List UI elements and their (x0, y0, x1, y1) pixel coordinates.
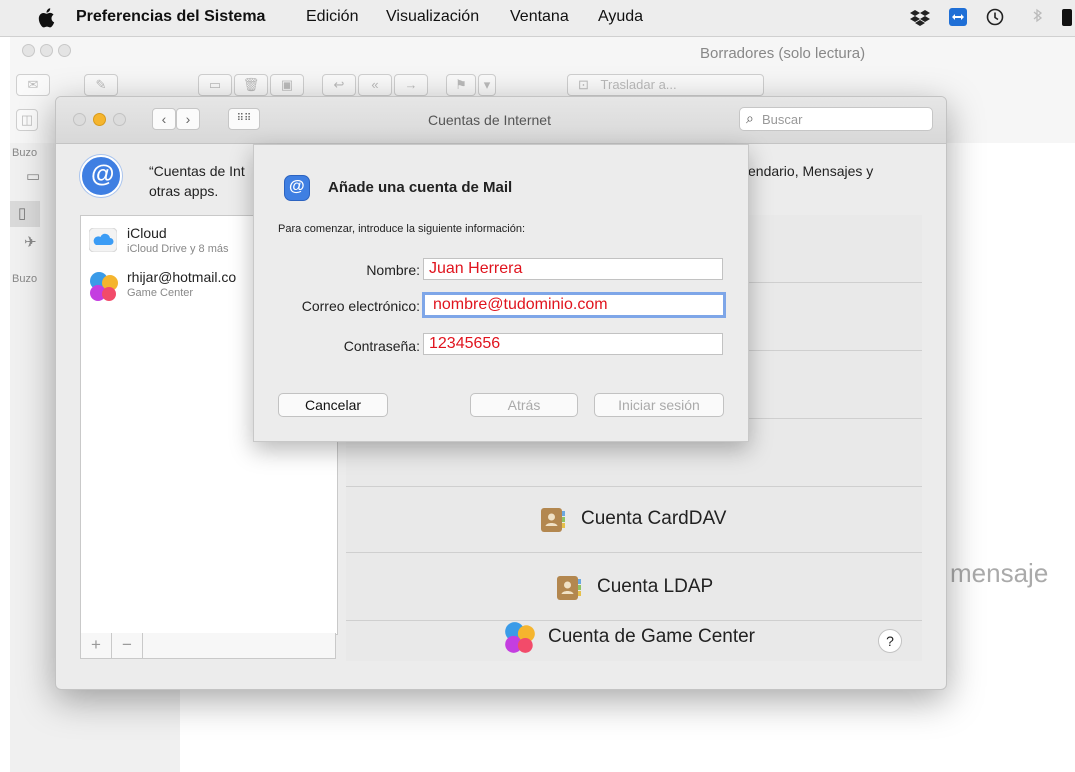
sign-in-button[interactable]: Iniciar sesión (594, 393, 724, 417)
prefs-zoom-button[interactable] (113, 113, 126, 126)
icloud-icon (89, 228, 117, 252)
header-description-line1: “Cuentas de Int (149, 163, 245, 179)
get-mail-button[interactable]: ✉ (16, 74, 50, 96)
menu-ventana[interactable]: Ventana (510, 8, 569, 26)
dropbox-icon[interactable] (910, 7, 930, 27)
sent-icon[interactable]: ✈ (24, 233, 37, 251)
sheet-title: Añade una cuenta de Mail (328, 179, 513, 196)
menu-bar: Preferencias del Sistema Edición Visuali… (0, 0, 1075, 37)
menu-edicion[interactable]: Edición (306, 8, 358, 26)
add-account-button[interactable]: + (81, 633, 112, 658)
provider-ldap[interactable]: Cuenta LDAP (346, 553, 922, 621)
internet-accounts-at-icon: @ (80, 155, 122, 197)
password-field[interactable]: 12345656 (423, 333, 723, 355)
email-field[interactable]: nombre@tudominio.com (422, 292, 726, 318)
show-all-grid-icon[interactable]: ⠿⠿ (228, 108, 260, 130)
trash-button[interactable]: 🗑 (234, 74, 268, 96)
contacts-book-icon (541, 508, 565, 532)
teamviewer-icon[interactable] (948, 7, 968, 27)
drafts-icon: ▯ (18, 205, 27, 222)
back-nav-button[interactable]: ‹ (152, 108, 176, 130)
search-icon: ⌕ (746, 110, 754, 126)
name-label: Nombre: (366, 262, 420, 278)
account-name: iCloud (127, 225, 167, 241)
reply-button[interactable]: ↩ (322, 74, 356, 96)
mail-window-title: Borradores (solo lectura) (700, 45, 866, 62)
compose-button[interactable]: ✎ (84, 74, 118, 96)
battery-icon[interactable] (1062, 9, 1072, 26)
game-center-icon (90, 272, 118, 301)
contacts-book-icon (557, 576, 581, 600)
name-field[interactable]: Juan Herrera (423, 258, 723, 280)
menu-app-name[interactable]: Preferencias del Sistema (76, 8, 265, 26)
move-to-button[interactable]: ⊡ Trasladar a... (567, 74, 764, 96)
help-button[interactable]: ? (878, 629, 902, 653)
menu-visualizacion[interactable]: Visualización (386, 8, 479, 26)
cancel-button[interactable]: Cancelar (278, 393, 388, 417)
mail-minimize-button[interactable] (40, 44, 53, 57)
menu-ayuda[interactable]: Ayuda (598, 8, 643, 26)
account-detail: Game Center (127, 287, 194, 299)
header-description-right: endario, Mensajes y (748, 163, 874, 179)
bluetooth-icon[interactable] (1027, 7, 1047, 27)
provider-label: Cuenta CardDAV (581, 508, 727, 529)
remove-account-button[interactable]: − (112, 633, 143, 658)
mail-close-button[interactable] (22, 44, 35, 57)
move-to-icon: ⊡ (578, 77, 589, 92)
prefs-close-button[interactable] (73, 113, 86, 126)
password-label: Contraseña: (343, 338, 420, 354)
prefs-window-title: Cuentas de Internet (428, 112, 551, 128)
reply-all-button[interactable]: « (358, 74, 392, 96)
header-description-line2: otras apps. (149, 183, 219, 199)
sidebar-toggle-icon[interactable]: ◫ (16, 109, 38, 131)
provider-game-center[interactable]: Cuenta de Game Center ? (346, 621, 922, 661)
apple-icon[interactable] (38, 7, 56, 28)
flag-button[interactable]: ⚑ (446, 74, 476, 96)
sheet-intro: Para comenzar, introduce la siguiente in… (278, 223, 526, 235)
no-message-label: mensaje (950, 558, 1049, 588)
archive-button[interactable]: ▭ (198, 74, 232, 96)
account-detail: iCloud Drive y 8 más (127, 243, 229, 255)
forward-nav-button[interactable]: › (176, 108, 200, 130)
account-name: rhijar@hotmail.co (127, 269, 237, 285)
search-field[interactable]: ⌕ Buscar (739, 107, 933, 131)
prefs-minimize-button[interactable] (93, 113, 106, 126)
mailboxes-heading-2: Buzo (12, 273, 38, 285)
game-center-icon (505, 622, 535, 653)
mail-at-icon: @ (284, 175, 310, 201)
inbox-icon[interactable]: ▭ (26, 167, 40, 185)
prefs-titlebar: ‹ › ⠿⠿ Cuentas de Internet ⌕ Buscar (56, 97, 946, 144)
forward-button[interactable]: → (394, 74, 428, 96)
mail-zoom-button[interactable] (58, 44, 71, 57)
drafts-selected[interactable]: ▯ (10, 201, 40, 227)
list-controls: + − (80, 633, 336, 659)
mailboxes-heading: Buzo (12, 147, 38, 159)
time-machine-icon[interactable] (985, 7, 1005, 27)
email-label: Correo electrónico: (301, 298, 420, 314)
provider-label: Cuenta de Game Center (548, 626, 756, 647)
search-placeholder: Buscar (762, 112, 803, 127)
move-to-label: Trasladar a... (600, 77, 677, 92)
back-button[interactable]: Atrás (470, 393, 578, 417)
junk-button[interactable]: ▣ (270, 74, 304, 96)
provider-carddav[interactable]: Cuenta CardDAV (346, 487, 922, 553)
flag-menu-button[interactable]: ▾ (478, 74, 496, 96)
add-mail-account-sheet: @ Añade una cuenta de Mail Para comenzar… (253, 144, 749, 442)
provider-label: Cuenta LDAP (597, 576, 714, 597)
